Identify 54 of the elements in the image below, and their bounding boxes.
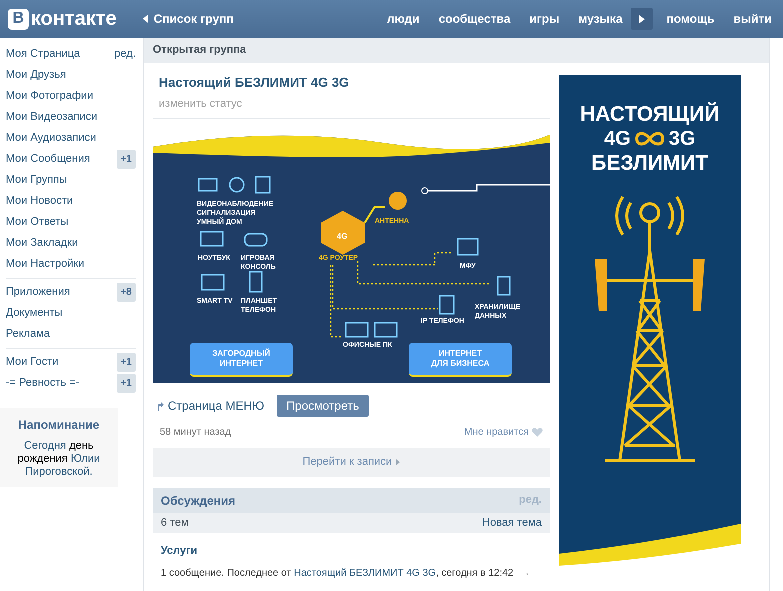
- page-header: Открытая группа: [144, 38, 769, 63]
- sidebar-link[interactable]: Мои Новости: [6, 193, 74, 210]
- sidebar-link[interactable]: -= Ревность =-: [6, 375, 80, 392]
- edit-link[interactable]: ред.: [114, 46, 136, 63]
- section-title: Обсуждения: [161, 492, 236, 510]
- caret-right-icon: [638, 14, 645, 24]
- banner-headline: 4G: [604, 127, 631, 151]
- caret-right-icon: [396, 459, 400, 466]
- counter-badge: +1: [116, 353, 136, 372]
- post-time: 58 минут назад: [160, 426, 232, 440]
- sidebar-link[interactable]: Приложения: [6, 284, 70, 301]
- router-chip-label: 4G: [337, 231, 348, 243]
- sidebar-link[interactable]: Мои Фотографии: [6, 88, 94, 105]
- site-logo[interactable]: В контакте: [8, 8, 117, 30]
- reminder-title: Напоминание: [17, 417, 101, 434]
- topic-meta: 1 сообщение. Последнее от Настоящий БЕЗЛИМИТ 4G 3G, сегодня в 12:42 →: [161, 566, 532, 580]
- nav-link[interactable]: игры: [530, 10, 560, 28]
- banner-headline: 3G: [669, 127, 696, 151]
- curved-arrow-icon: [158, 402, 164, 410]
- sidebar-link[interactable]: Мои Группы: [6, 172, 68, 189]
- sidebar-link[interactable]: Мои Ответы: [6, 214, 69, 231]
- sidebar-link[interactable]: Мои Гости: [6, 354, 59, 371]
- banner-headline: БЕЗЛИМИТ: [592, 151, 708, 177]
- nav-link[interactable]: музыка: [578, 10, 623, 28]
- back-link[interactable]: Список групп: [142, 10, 234, 28]
- sidebar-link[interactable]: Мои Видеозаписи: [6, 109, 98, 126]
- reminder-text: Сегодня день рождения Юлии Пироговской.: [16, 440, 102, 479]
- sidebar-link[interactable]: Мои Настройки: [6, 256, 85, 273]
- sidebar-link[interactable]: Мои Друзья: [6, 67, 66, 84]
- more-button[interactable]: [630, 8, 653, 30]
- counter-badge: +1: [116, 374, 136, 393]
- topic-title[interactable]: Услуги: [161, 545, 198, 557]
- nav-link[interactable]: сообщества: [438, 10, 511, 28]
- counter-badge: +8: [116, 283, 136, 302]
- view-button[interactable]: Просмотреть: [276, 395, 370, 417]
- sidebar-link[interactable]: Мои Аудиозаписи: [6, 130, 96, 147]
- sidebar-link[interactable]: Мои Сообщения: [6, 151, 90, 168]
- heart-icon: [532, 428, 543, 437]
- counter-badge: +1: [116, 150, 136, 169]
- nav-link[interactable]: люди: [387, 10, 420, 28]
- sidebar-link[interactable]: Документы: [6, 305, 63, 322]
- caret-left-icon: [142, 15, 148, 23]
- nav-link[interactable]: выйти: [734, 10, 772, 28]
- wiki-link[interactable]: Страница МЕНЮ: [158, 397, 265, 415]
- sidebar-link[interactable]: Мои Закладки: [6, 235, 78, 252]
- sidebar-link[interactable]: Реклама: [6, 326, 50, 343]
- nav-link[interactable]: помощь: [666, 10, 715, 28]
- banner-headline: НАСТОЯЩИЙ: [580, 103, 720, 127]
- author-link[interactable]: Настоящий БЕЗЛИМИТ 4G 3G: [294, 568, 436, 578]
- infinity-icon: [635, 132, 665, 146]
- sidebar-link[interactable]: Моя Страница: [6, 46, 80, 63]
- topic-count: 6 тем: [161, 516, 189, 531]
- group-name: Настоящий БЕЗЛИМИТ 4G 3G: [159, 74, 350, 92]
- new-topic-link[interactable]: Новая тема: [482, 514, 542, 532]
